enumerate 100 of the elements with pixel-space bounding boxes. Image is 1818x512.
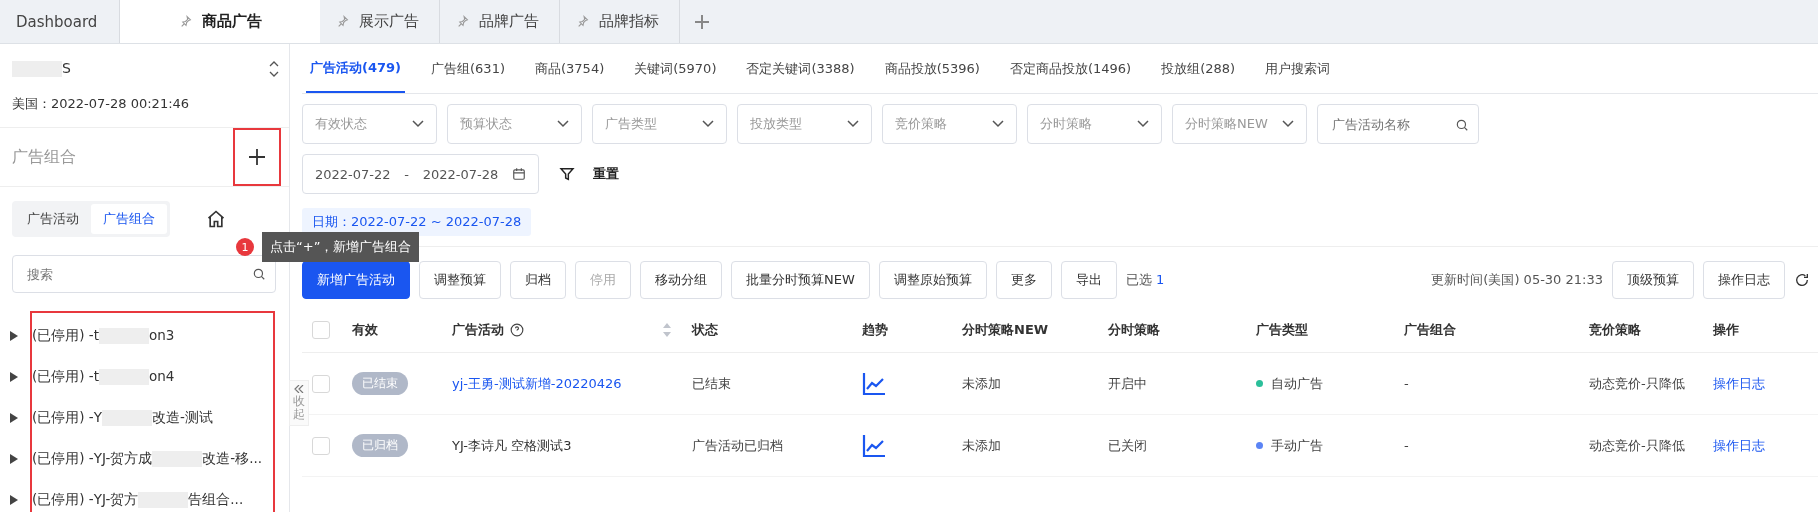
calendar-icon [512, 167, 526, 181]
search-icon [1455, 118, 1469, 132]
action-button[interactable]: 导出 [1060, 261, 1117, 299]
log-link[interactable]: 操作日志 [1713, 436, 1765, 455]
checkbox[interactable] [312, 320, 330, 339]
chevron-down-icon [1282, 120, 1294, 128]
sub-tab[interactable]: 广告组(631) [427, 44, 509, 93]
section-title: 广告组合 [12, 146, 76, 168]
sort-icon [662, 321, 672, 338]
campaign-link[interactable]: yj-王勇-测试新增-20220426 [452, 374, 622, 393]
table-cell: 动态竞价-只降低 [1579, 415, 1703, 477]
checkbox[interactable] [312, 374, 330, 393]
double-chevron-left-icon [294, 385, 304, 393]
sub-tab[interactable]: 商品(3754) [531, 44, 609, 93]
action-button[interactable]: 批量分时预算NEW [731, 261, 870, 299]
column-header: 趋势 [862, 320, 888, 339]
column-header: 广告活动 [452, 320, 504, 339]
campaign-name: YJ-李诗凡 空格测试3 [452, 436, 572, 455]
table-cell: 广告活动已归档 [682, 415, 852, 477]
segment-tab[interactable]: 广告组合 [91, 204, 167, 234]
pin-icon [576, 15, 589, 28]
line-chart-icon [862, 371, 886, 396]
caret-right-icon [10, 330, 18, 341]
ad-type: 自动广告 [1271, 374, 1323, 393]
column-header: 状态 [692, 320, 718, 339]
chevron-down-icon [992, 120, 1004, 128]
table-cell: 动态竞价-只降低 [1579, 353, 1703, 415]
action-button[interactable]: 新增广告活动 [302, 261, 410, 299]
tree-item[interactable]: (已停用) -YJ-贺方成 改造-移... [32, 449, 263, 468]
ad-type: 手动广告 [1271, 436, 1323, 455]
sub-tab[interactable]: 用户搜索词 [1261, 44, 1335, 93]
checkbox[interactable] [312, 436, 330, 455]
help-icon [510, 322, 524, 337]
line-chart-icon [862, 433, 886, 458]
action-button[interactable]: 归档 [510, 261, 566, 299]
home-icon[interactable] [206, 209, 226, 229]
table-cell: - [1394, 415, 1579, 477]
action-button[interactable]: 移动分组 [640, 261, 722, 299]
page-tab[interactable]: 商品广告 [120, 0, 320, 43]
chevron-down-icon [557, 120, 569, 128]
sub-tab[interactable]: 投放组(288) [1157, 44, 1240, 93]
tree-item[interactable]: (已停用) -t on4 [32, 367, 175, 386]
table-cell: - [1394, 353, 1579, 415]
chevron-down-icon [412, 120, 424, 128]
local-time: 美国：2022-07-28 00:21:46 [0, 85, 289, 128]
search-field[interactable]: 广告活动名称 [1317, 104, 1479, 144]
tooltip: 点击“+”，新增广告组合 [262, 232, 420, 262]
chevron-down-icon [1137, 120, 1149, 128]
action-button[interactable]: 调整原始预算 [878, 261, 987, 299]
refresh-icon[interactable] [1794, 272, 1810, 288]
table-cell: 开启中 [1098, 353, 1246, 415]
tree-item[interactable]: (已停用) -Y 改造-测试 [32, 408, 213, 427]
sub-tab[interactable]: 关键词(5970) [630, 44, 721, 93]
page-tab[interactable]: 品牌指标 [560, 0, 680, 43]
page-tab[interactable]: 品牌广告 [440, 0, 560, 43]
tree-item[interactable]: (已停用) -t on3 [32, 326, 175, 345]
pin-icon [456, 15, 469, 28]
caret-right-icon [10, 494, 18, 505]
column-header: 有效 [352, 320, 378, 339]
page-tab[interactable]: 展示广告 [320, 0, 440, 43]
table-cell: 已结束 [682, 353, 852, 415]
column-header: 广告组合 [1404, 320, 1456, 339]
column-header: 分时策略NEW [962, 320, 1049, 339]
column-header: 操作 [1713, 320, 1739, 339]
column-header: 广告类型 [1256, 320, 1308, 339]
table-cell: 已关闭 [1098, 415, 1246, 477]
sub-tab[interactable]: 广告活动(479) [306, 44, 406, 93]
chevron-up-down-icon [269, 60, 279, 77]
action-button[interactable]: 操作日志 [1703, 261, 1785, 299]
pin-icon [336, 15, 349, 28]
search-field[interactable]: 搜索 [12, 255, 276, 293]
caret-right-icon [10, 453, 18, 464]
segment-tab[interactable]: 广告活动 [15, 204, 91, 234]
plus-icon[interactable] [694, 13, 710, 30]
status-badge: 已归档 [352, 434, 408, 457]
reset-link[interactable]: 重置 [585, 165, 627, 183]
action-button[interactable]: 更多 [995, 261, 1052, 299]
filter-icon[interactable] [559, 166, 575, 182]
account-name[interactable]: S [12, 60, 71, 77]
column-header: 分时策略 [1108, 320, 1160, 339]
date-tag: 日期：2022-07-22 ~ 2022-07-28 [302, 208, 532, 236]
chevron-down-icon [702, 120, 714, 128]
action-button[interactable]: 调整预算 [419, 261, 501, 299]
log-link[interactable]: 操作日志 [1713, 374, 1765, 393]
sub-tab[interactable]: 否定商品投放(1496) [1005, 44, 1136, 93]
step-badge: 1 [236, 238, 254, 256]
sub-tab[interactable]: 商品投放(5396) [880, 44, 984, 93]
date-range-field[interactable]: 2022-07-22 - 2022-07-28 [302, 154, 539, 194]
sub-tab[interactable]: 否定关键词(3388) [742, 44, 859, 93]
add-button[interactable] [233, 128, 281, 186]
plus-icon [248, 148, 266, 166]
update-time: 更新时间(美国) 05-30 21:33 [1431, 271, 1603, 289]
caret-right-icon [10, 371, 18, 382]
column-header: 竞价策略 [1589, 320, 1641, 339]
search-icon [252, 267, 266, 281]
caret-right-icon [10, 412, 18, 423]
selected-count: 已选 1 [1125, 271, 1165, 289]
status-badge: 已结束 [352, 372, 408, 395]
action-button[interactable]: 顶级预算 [1612, 261, 1694, 299]
tree-item[interactable]: (已停用) -YJ-贺方 告组合... [32, 490, 244, 509]
